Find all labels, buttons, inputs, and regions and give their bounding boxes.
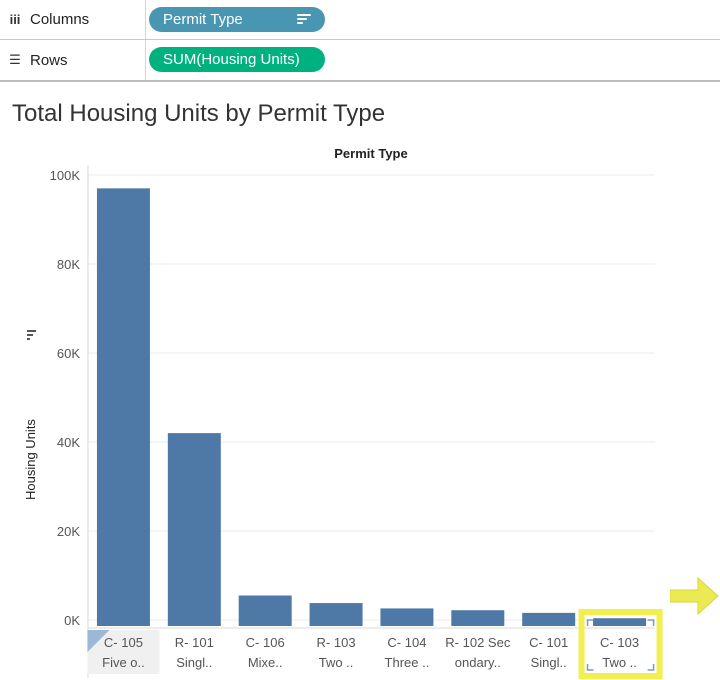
rows-label-text: Rows [30,51,68,69]
bar-6[interactable] [522,612,576,626]
x-tick-label[interactable]: R- 101 [175,635,214,650]
bar-2[interactable] [238,595,292,626]
x-tick-label[interactable]: C- 101 [529,635,568,650]
bar-1[interactable] [167,433,221,626]
x-tick-label[interactable]: C- 104 [387,635,426,650]
x-tick-label[interactable]: Mixe.. [248,655,283,670]
y-tick-label: 100K [50,168,81,183]
x-tick-label[interactable]: R- 103 [317,635,356,650]
x-tick-label[interactable]: C- 105 [104,635,143,650]
x-tick-label[interactable]: Two .. [319,655,354,670]
rows-shelf-label: ☰ Rows [0,40,146,80]
columns-icon: iii [9,12,21,27]
scroll-right-arrow-icon[interactable] [670,574,720,618]
columns-shelf: iii Columns Permit Type [0,0,720,40]
chart-title: Total Housing Units by Permit Type [12,100,386,127]
x-tick-label[interactable]: Three .. [385,655,430,670]
rows-icon: ☰ [9,52,21,67]
y-sort-icon-bar [27,338,30,340]
selection-corner [586,619,594,626]
y-tick-label: 60K [57,346,80,361]
y-tick-label: 0K [64,613,80,628]
y-axis-title: Housing Units [23,419,38,500]
bar-3[interactable] [309,603,363,626]
x-tick-label[interactable]: ondary.. [455,655,501,670]
columns-drop-area[interactable]: Permit Type [147,0,720,39]
selection-corner [586,664,594,671]
x-tick-label[interactable]: Singl.. [176,655,212,670]
bar-4[interactable] [380,608,434,626]
y-tick-label: 80K [57,257,80,272]
selection-corner [647,664,655,671]
x-tick-label[interactable]: Five o.. [102,655,145,670]
sort-icon[interactable] [297,14,311,25]
columns-label-text: Columns [30,11,90,28]
column-header-permit-type: Permit Type [334,146,407,161]
rows-shelf: ☰ Rows SUM(Housing Units) [0,40,720,82]
y-sort-icon[interactable] [27,330,36,332]
x-tick-label[interactable]: R- 102 Sec [445,635,511,650]
x-tick-label[interactable]: C- 106 [246,635,285,650]
housing-units-pill[interactable]: SUM(Housing Units) [149,47,325,72]
permit-type-pill[interactable]: Permit Type [149,7,325,32]
rows-drop-area[interactable]: SUM(Housing Units) [147,40,720,80]
housing-units-pill-label: SUM(Housing Units) [163,51,300,68]
selection-corner [647,619,655,626]
permit-type-pill-label: Permit Type [163,11,243,28]
x-tick-label[interactable]: Two .. [602,655,637,670]
bar-7[interactable] [593,618,647,626]
columns-shelf-label: iii Columns [0,0,146,39]
bar-chart: Permit Type 0K 20K 40K 60K 80K 100K Housing Uni… [23,146,663,679]
y-tick-label: 40K [57,435,80,450]
bar-0[interactable] [96,188,150,626]
bar-5[interactable] [451,610,505,626]
y-tick-label: 20K [57,524,80,539]
y-sort-icon-bar [27,334,33,336]
x-tick-label[interactable]: C- 103 [600,635,639,650]
x-tick-label[interactable]: Singl.. [531,655,567,670]
